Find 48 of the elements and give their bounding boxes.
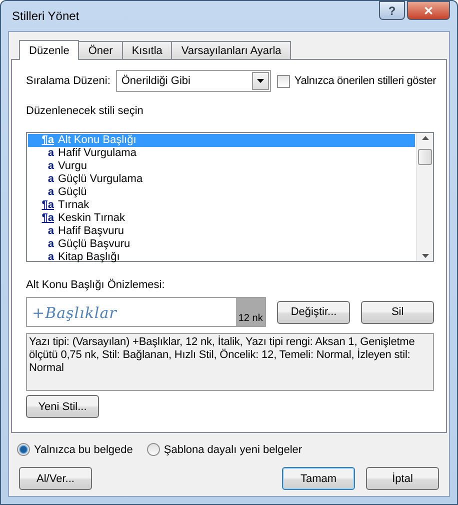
scroll-thumb[interactable] — [418, 149, 432, 165]
radio-button[interactable] — [17, 443, 30, 456]
radio-label: Yalnızca bu belgede — [34, 444, 133, 456]
sort-label: Sıralama Düzeni: — [26, 75, 110, 87]
character-style-icon: a — [48, 148, 54, 159]
window-title: Stilleri Yönet — [11, 9, 80, 23]
character-style-icon: a — [48, 226, 54, 237]
paragraph-style-icon: ¶a — [42, 135, 54, 146]
style-item[interactable]: a Güçlü Başvuru — [28, 238, 415, 251]
character-style-icon: a — [48, 161, 54, 172]
tab[interactable]: Öner — [78, 41, 123, 59]
style-item[interactable]: ¶a Tırnak — [28, 199, 415, 212]
style-item[interactable]: a Güçlü — [28, 186, 415, 199]
character-style-icon: a — [48, 187, 54, 198]
checkbox[interactable] — [277, 74, 290, 88]
import-export-button[interactable]: Al/Ver... — [19, 467, 92, 490]
dropdown-arrow-icon — [257, 79, 264, 83]
tab[interactable]: Düzenle — [19, 40, 80, 60]
style-item[interactable]: ¶a Keskin Tırnak — [28, 212, 415, 225]
character-style-icon: a — [48, 239, 54, 250]
character-style-icon: a — [48, 174, 54, 185]
radio-label: Şablona dayalı yeni belgeler — [164, 444, 302, 456]
list-label: Düzenlenecek stili seçin — [26, 105, 144, 117]
style-item[interactable]: a Kitap Başlığı — [28, 251, 415, 264]
style-item[interactable]: a Güçlü Vurgulama — [28, 173, 415, 186]
style-description: Yazı tipi: (Varsayılan) +Başlıklar, 12 nk, İtalik, Yazı tipi rengi: Aksan 1, Genişletme ölçütü 0,75 nk, Stil: Bağlanan, Hızlı Stil, Öncelik: 12, Temeli: Normal, İzleyen stil: Normal — [26, 333, 434, 391]
delete-button[interactable]: Sil — [361, 300, 434, 324]
sort-dropdown[interactable]: Önerildiği Gibi — [116, 70, 272, 92]
style-item[interactable]: a Hafif Başvuru — [28, 225, 415, 238]
style-preview: +Başlıklar 12 nk — [26, 297, 266, 327]
checkbox-label: Yalnızca önerilen stilleri göster — [294, 75, 436, 87]
preview-label: Alt Konu Başlığı Önizlemesi: — [26, 279, 166, 291]
scroll-down-icon[interactable] — [422, 254, 428, 258]
paragraph-style-icon: ¶a — [42, 200, 54, 211]
new-style-button[interactable]: Yeni Stil... — [26, 395, 99, 418]
modify-button[interactable]: Değiştir... — [277, 300, 350, 324]
cancel-button[interactable]: İptal — [366, 467, 439, 490]
tab[interactable]: Kısıtla — [122, 41, 172, 59]
style-item[interactable]: a Vurgu — [28, 160, 415, 173]
style-item[interactable]: a Hafif Vurgulama — [28, 147, 415, 160]
scrollbar[interactable] — [416, 133, 433, 261]
radio-button[interactable] — [146, 443, 160, 456]
character-style-icon: a — [48, 252, 54, 263]
scroll-up-icon[interactable] — [422, 136, 428, 140]
ok-button[interactable]: Tamam — [282, 467, 355, 490]
tab[interactable]: Varsayılanları Ayarla — [171, 41, 292, 59]
help-button[interactable]: ? — [379, 1, 405, 20]
paragraph-style-icon: ¶a — [42, 213, 54, 224]
